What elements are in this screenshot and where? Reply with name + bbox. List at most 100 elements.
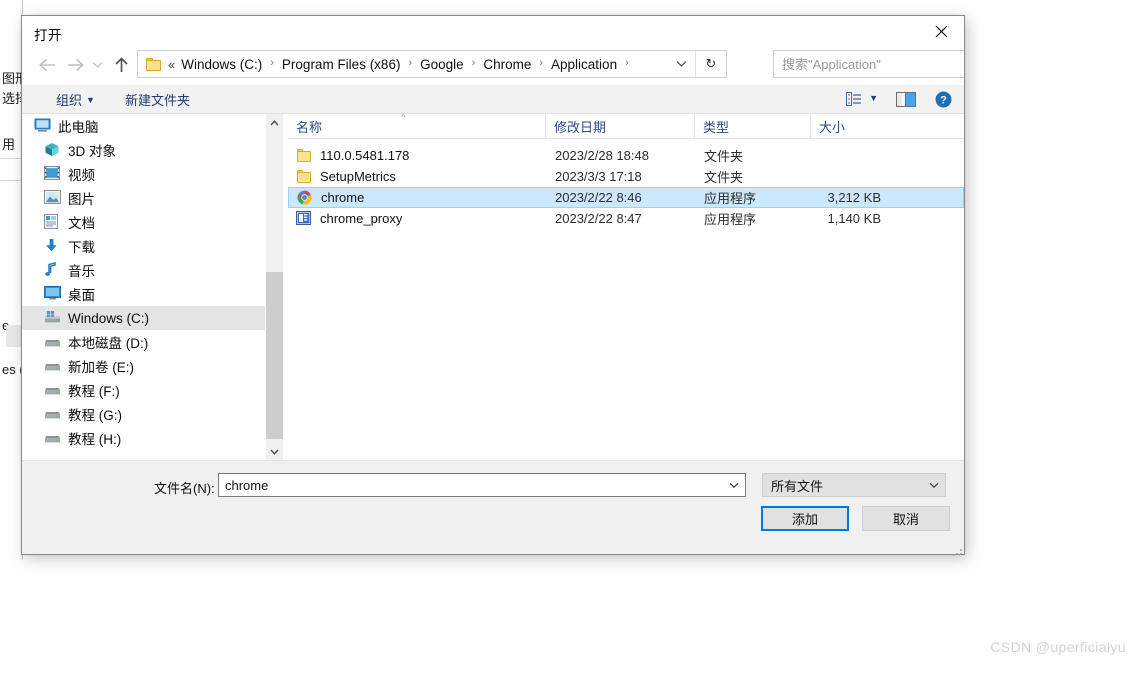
preview-pane-button[interactable] [896, 85, 916, 113]
application-icon [296, 211, 313, 226]
cell-date: 2023/2/22 8:47 [555, 211, 642, 226]
sidebar-item-3d-objects[interactable]: 3D 对象 [22, 138, 265, 162]
tree-scrollbar[interactable] [265, 114, 283, 460]
new-folder-button[interactable]: 新建文件夹 [125, 90, 190, 109]
sidebar-item-windows-c[interactable]: Windows (C:) [22, 306, 265, 330]
column-header-name[interactable]: 名称 ^ [288, 114, 546, 138]
table-row[interactable]: chrome 2023/2/22 8:46 应用程序 3,212 KB [288, 187, 964, 208]
sidebar-item-label: 教程 (G:) [68, 408, 122, 423]
table-row[interactable]: 110.0.5481.178 2023/2/28 18:48 文件夹 [288, 145, 964, 166]
background-divider [0, 158, 22, 159]
sidebar-item-label: 新加卷 (E:) [68, 360, 134, 375]
dialog-titlebar[interactable]: 打开 [22, 16, 964, 48]
cancel-button[interactable]: 取消 [862, 506, 950, 531]
refresh-icon[interactable]: ↻ [695, 51, 726, 77]
help-icon: ? [935, 91, 952, 108]
3d-objects-icon [44, 142, 61, 158]
table-row[interactable]: SetupMetrics 2023/3/3 17:18 文件夹 [288, 166, 964, 187]
table-row[interactable]: chrome_proxy 2023/2/22 8:47 应用程序 1,140 K… [288, 208, 964, 229]
preview-pane-icon [896, 91, 916, 107]
sidebar-item-tutorial-f[interactable]: 教程 (F:) [22, 378, 265, 402]
breadcrumb-item-application[interactable]: Application [550, 57, 618, 72]
search-icon[interactable] [960, 51, 964, 77]
breadcrumb-item-windows-c[interactable]: Windows (C:) [180, 57, 263, 72]
sort-ascending-icon: ^ [401, 114, 406, 122]
filename-field[interactable] [218, 473, 746, 497]
organize-button[interactable]: 组织 ▼ [56, 90, 95, 109]
chevron-up-icon[interactable] [266, 114, 283, 131]
breadcrumb-item-google[interactable]: Google [419, 57, 465, 72]
file-name: 110.0.5481.178 [320, 148, 410, 163]
breadcrumb-separator[interactable]: › [401, 57, 419, 69]
chevron-down-icon[interactable] [667, 51, 695, 77]
breadcrumb-item-program-files[interactable]: Program Files (x86) [281, 57, 402, 72]
background-text-fragment: 图形 [2, 71, 22, 86]
dialog-title: 打开 [34, 28, 62, 43]
filetype-select[interactable]: 所有文件 [762, 473, 946, 497]
breadcrumb-separator[interactable]: › [465, 57, 483, 69]
close-icon[interactable] [918, 16, 964, 47]
sidebar-item-tutorial-h[interactable]: 教程 (H:) [22, 426, 265, 450]
sidebar-item-local-disk-d[interactable]: 本地磁盘 (D:) [22, 330, 265, 354]
search-input[interactable] [774, 55, 960, 73]
drive-icon [44, 382, 61, 398]
chevron-down-icon[interactable] [923, 482, 945, 489]
chevron-down-icon[interactable] [723, 474, 745, 496]
sidebar-item-videos[interactable]: 视频 [22, 162, 265, 186]
sidebar-item-documents[interactable]: 文档 [22, 210, 265, 234]
address-bar[interactable]: « Windows (C:) › Program Files (x86) › G… [137, 50, 727, 78]
breadcrumb-overflow[interactable]: « [168, 57, 180, 72]
chrome-icon [297, 190, 314, 205]
arrow-right-icon[interactable] [62, 51, 88, 79]
sidebar-item-new-volume-e[interactable]: 新加卷 (E:) [22, 354, 265, 378]
sidebar-item-label: 3D 对象 [68, 144, 117, 159]
chevron-down-icon[interactable] [88, 51, 106, 79]
column-header-type[interactable]: 类型 [695, 114, 811, 138]
filename-input[interactable] [219, 476, 723, 494]
sidebar-item-label: 教程 (H:) [68, 432, 122, 447]
background-panel: 图形 选择 用 e es (x [0, 0, 23, 560]
filename-label: 文件名(N): [154, 481, 215, 496]
sidebar-item-tutorial-g[interactable]: 教程 (G:) [22, 402, 265, 426]
dialog-body: 此电脑 3D 对象 视频 图片 文档 下载 音乐 桌面 Windows (C:)… [22, 114, 964, 460]
sidebar-item-pictures[interactable]: 图片 [22, 186, 265, 210]
breadcrumb-separator[interactable]: › [263, 57, 281, 69]
sidebar-item-desktop[interactable]: 桌面 [22, 282, 265, 306]
cell-date: 2023/3/3 17:18 [555, 169, 642, 184]
add-button[interactable]: 添加 [761, 506, 849, 531]
open-file-dialog: 打开 « Windows (C:) › Program Files (x86) … [21, 15, 965, 555]
folder-icon [296, 148, 313, 163]
cell-type: 文件夹 [704, 149, 744, 164]
videos-icon [44, 166, 61, 182]
cell-date: 2023/2/28 18:48 [555, 148, 649, 163]
sidebar-item-label: 视频 [68, 168, 95, 183]
file-name: SetupMetrics [320, 169, 396, 184]
breadcrumb-item-chrome[interactable]: Chrome [482, 57, 532, 72]
breadcrumb-separator[interactable]: › [532, 57, 550, 69]
sidebar-item-downloads[interactable]: 下载 [22, 234, 265, 258]
breadcrumb-separator[interactable]: › [618, 57, 636, 69]
watermark: CSDN @uperficialyu [990, 639, 1126, 655]
view-options-button[interactable]: ▼ [846, 85, 878, 113]
sidebar-item-label: 本地磁盘 (D:) [68, 336, 149, 351]
organize-label: 组织 [56, 93, 83, 108]
arrow-up-icon[interactable] [108, 51, 134, 79]
search-box[interactable] [773, 50, 964, 78]
resize-grip[interactable] [952, 549, 962, 554]
drive-icon [44, 334, 61, 350]
filetype-value: 所有文件 [771, 478, 824, 494]
background-text-fragment: es (x [2, 362, 22, 377]
column-header-size[interactable]: 大小 [811, 114, 891, 138]
scrollbar-thumb[interactable] [266, 272, 283, 439]
chevron-down-icon[interactable] [266, 443, 283, 460]
column-header-date[interactable]: 修改日期 [546, 114, 695, 138]
drive-icon [44, 406, 61, 422]
help-button[interactable]: ? [935, 85, 952, 113]
caret-down-icon: ▼ [86, 95, 95, 105]
arrow-left-icon[interactable] [34, 51, 60, 79]
sidebar-item-music[interactable]: 音乐 [22, 258, 265, 282]
breadcrumb: « Windows (C:) › Program Files (x86) › G… [168, 57, 636, 72]
sidebar-item-label: Windows (C:) [68, 310, 150, 326]
cell-name: SetupMetrics [288, 169, 546, 184]
sidebar-item-this-pc[interactable]: 此电脑 [22, 114, 265, 138]
